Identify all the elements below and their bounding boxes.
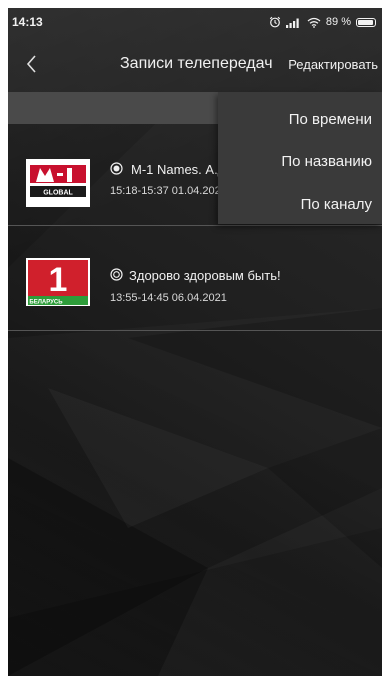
sort-menu: По времени По названию По каналу (218, 92, 382, 224)
channel-logo-text: БЕЛАРУСЬ (29, 300, 63, 306)
status-bar: 14:13 89 % (8, 8, 382, 36)
page-title: Записи телепередач (120, 55, 273, 72)
chevron-left-icon (26, 55, 36, 73)
channel-logo-number: 1 (49, 261, 68, 299)
record-outline-icon (110, 268, 123, 281)
recording-item[interactable]: 1 БЕЛАРУСЬ Здорово здоровым быть! 13:55-… (8, 226, 382, 331)
recording-time: 13:55-14:45 06.04.2021 (110, 292, 227, 304)
sort-by-name[interactable]: По названию (281, 153, 372, 170)
channel-logo-text: GLOBAL (43, 190, 73, 197)
recording-title: M-1 Names. А.Д (131, 162, 227, 177)
app-screen: 14:13 89 % Записи телепередач Редактиров… (8, 8, 382, 676)
alarm-icon (269, 16, 281, 28)
sort-by-time[interactable]: По времени (289, 111, 372, 128)
battery-percent: 89 % (325, 16, 351, 28)
battery-icon (356, 17, 376, 27)
channel-logo-m1-global: GLOBAL (26, 159, 90, 207)
channel-logo-belarus-1: 1 БЕЛАРУСЬ (26, 258, 90, 306)
recording-time: 15:18-15:37 01.04.202 (110, 185, 221, 197)
sort-by-channel[interactable]: По каналу (301, 196, 372, 213)
header: Записи телепередач Редактировать (8, 36, 382, 92)
signal-icon (285, 18, 299, 28)
wifi-icon (307, 17, 321, 28)
edit-button[interactable]: Редактировать (288, 57, 378, 72)
status-icons: 89 % (269, 16, 376, 28)
status-time: 14:13 (12, 15, 43, 29)
back-button[interactable] (18, 50, 46, 78)
record-filled-icon (110, 162, 123, 175)
recording-title: Здорово здоровым быть! (129, 268, 281, 283)
